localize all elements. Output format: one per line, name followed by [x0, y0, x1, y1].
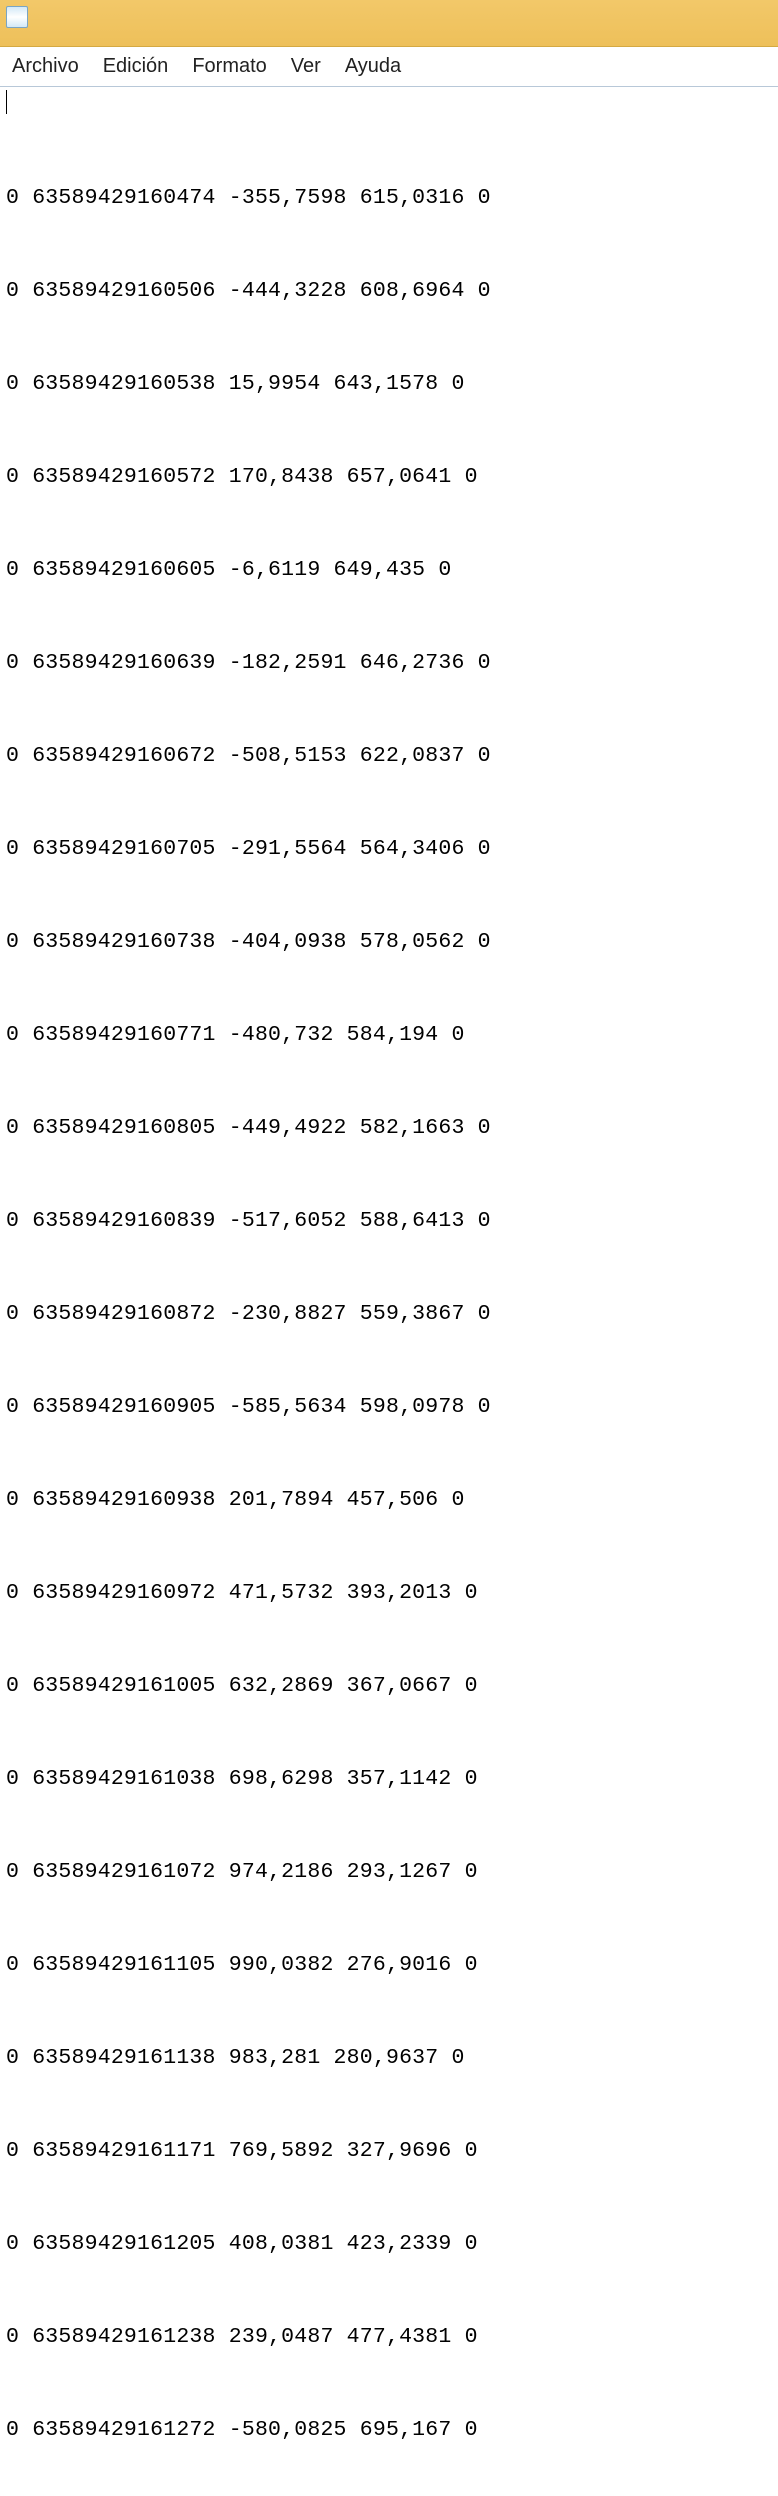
- text-line: 0 63589429160771 -480,732 584,194 0: [6, 1020, 772, 1051]
- menu-ayuda[interactable]: Ayuda: [333, 51, 413, 82]
- text-line: 0 63589429161171 769,5892 327,9696 0: [6, 2136, 772, 2167]
- menubar: Archivo Edición Formato Ver Ayuda: [0, 47, 778, 87]
- text-line: 0 63589429160605 -6,6119 649,435 0: [6, 555, 772, 586]
- text-line: 0 63589429160872 -230,8827 559,3867 0: [6, 1299, 772, 1330]
- text-line: 0 63589429160972 471,5732 393,2013 0: [6, 1578, 772, 1609]
- text-line: 0 63589429160474 -355,7598 615,0316 0: [6, 183, 772, 214]
- text-line: 0 63589429160839 -517,6052 588,6413 0: [6, 1206, 772, 1237]
- titlebar[interactable]: [0, 0, 778, 47]
- menu-archivo[interactable]: Archivo: [0, 51, 91, 82]
- text-line: 0 63589429160672 -508,5153 622,0837 0: [6, 741, 772, 772]
- text-line: 0 63589429160705 -291,5564 564,3406 0: [6, 834, 772, 865]
- text-line: 0 63589429160805 -449,4922 582,1663 0: [6, 1113, 772, 1144]
- text-line: 0 63589429160506 -444,3228 608,6964 0: [6, 276, 772, 307]
- text-line: 0 63589429161038 698,6298 357,1142 0: [6, 1764, 772, 1795]
- menu-edicion[interactable]: Edición: [91, 51, 181, 82]
- text-editor-content[interactable]: 0 63589429160474 -355,7598 615,0316 0 0 …: [0, 87, 778, 2496]
- text-line: 0 63589429161105 990,0382 276,9016 0: [6, 1950, 772, 1981]
- menu-formato[interactable]: Formato: [180, 51, 278, 82]
- menu-ver[interactable]: Ver: [279, 51, 333, 82]
- text-line: 0 63589429161138 983,281 280,9637 0: [6, 2043, 772, 2074]
- text-line: 0 63589429160905 -585,5634 598,0978 0: [6, 1392, 772, 1423]
- text-line: 0 63589429160538 15,9954 643,1578 0: [6, 369, 772, 400]
- text-line: 0 63589429161272 -580,0825 695,167 0: [6, 2415, 772, 2446]
- text-line: 0 63589429161072 974,2186 293,1267 0: [6, 1857, 772, 1888]
- text-cursor: [6, 90, 7, 114]
- text-line: 0 63589429160938 201,7894 457,506 0: [6, 1485, 772, 1516]
- text-line: 0 63589429161005 632,2869 367,0667 0: [6, 1671, 772, 1702]
- text-line: 0 63589429161205 408,0381 423,2339 0: [6, 2229, 772, 2260]
- text-line: 0 63589429160639 -182,2591 646,2736 0: [6, 648, 772, 679]
- text-line: 0 63589429160738 -404,0938 578,0562 0: [6, 927, 772, 958]
- text-line: 0 63589429161238 239,0487 477,4381 0: [6, 2322, 772, 2353]
- text-line: 0 63589429160572 170,8438 657,0641 0: [6, 462, 772, 493]
- notepad-icon: [6, 6, 28, 28]
